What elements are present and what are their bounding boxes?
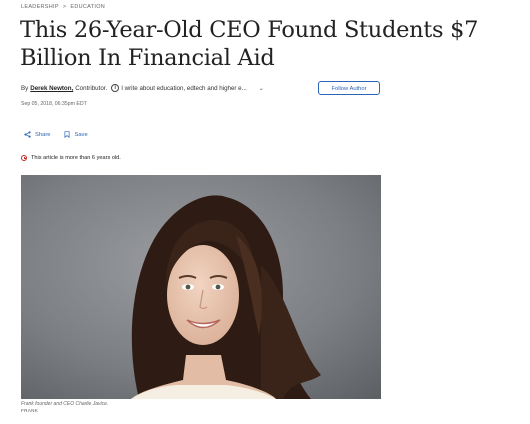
save-button[interactable]: Save	[64, 131, 88, 138]
share-label: Share	[35, 131, 51, 138]
info-icon: i	[111, 84, 120, 92]
clock-icon	[21, 155, 27, 161]
article-age-notice: This article is more than 6 years old.	[21, 155, 121, 161]
article-photo	[21, 175, 381, 399]
author-link[interactable]: Derek Newton,	[30, 85, 73, 92]
share-button[interactable]: Share	[24, 131, 50, 138]
breadcrumb: LEADERSHIP > EDUCATION	[21, 4, 105, 10]
portrait-image	[21, 175, 381, 399]
article-actions: Share Save	[24, 131, 88, 138]
chevron-down-icon[interactable]: ⌄	[259, 85, 264, 92]
age-notice-text: This article is more than 6 years old.	[31, 155, 121, 161]
breadcrumb-separator: >	[62, 4, 67, 10]
byline: By Derek Newton, Contributor. i I write …	[21, 84, 264, 92]
bookmark-icon	[65, 131, 70, 138]
breadcrumb-item-education[interactable]: EDUCATION	[70, 4, 105, 10]
publish-date: Sep 05, 2018, 06:35pm EDT	[21, 101, 87, 107]
follow-author-button[interactable]: Follow Author	[318, 81, 380, 95]
byline-prefix: By	[21, 84, 29, 92]
save-label: Save	[74, 131, 88, 138]
author-role: Contributor.	[75, 84, 108, 92]
image-caption: Frank founder and CEO Charlie Javice.	[21, 401, 109, 407]
article-headline: This 26-Year-Old CEO Found Students $7 B…	[20, 17, 479, 71]
image-credit: FRANK	[21, 408, 39, 413]
author-bio: I write about education, edtech and high…	[121, 84, 247, 92]
breadcrumb-item-leadership[interactable]: LEADERSHIP	[21, 4, 59, 10]
share-icon	[24, 131, 31, 138]
